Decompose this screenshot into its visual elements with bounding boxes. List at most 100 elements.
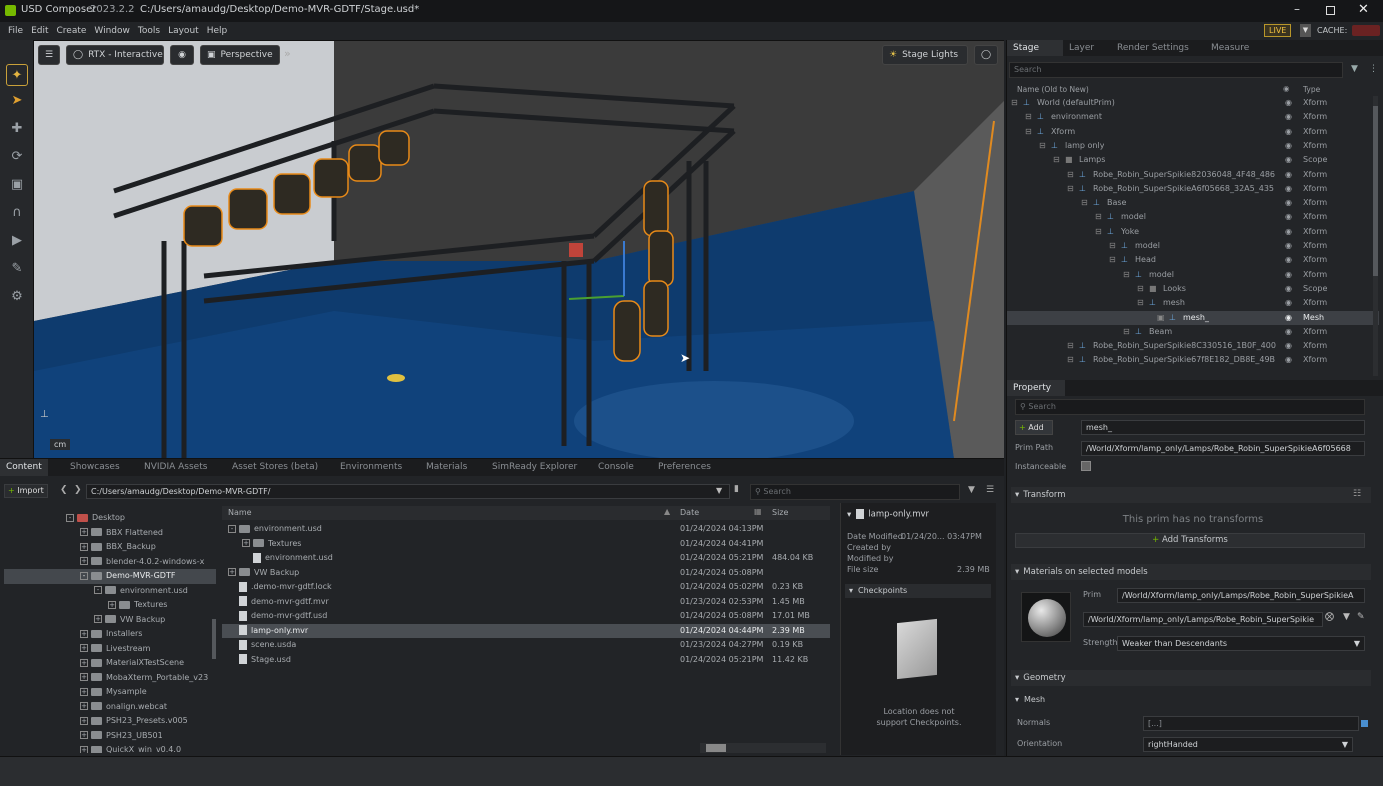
stage-tree-row[interactable]: ⊟ ■ Lamps ◉ Scope bbox=[1007, 153, 1379, 167]
file-row[interactable]: environment.usd 01/24/2024 05:21PM 484.04 … bbox=[222, 551, 830, 566]
content-filter-icon[interactable]: ▼ bbox=[968, 485, 975, 495]
sort-icon[interactable]: ▲ bbox=[664, 507, 670, 516]
expander-icon[interactable]: + bbox=[228, 568, 236, 576]
stage-tree-row[interactable]: ⊟ ⊥ lamp only ◉ Xform bbox=[1007, 139, 1379, 153]
visibility-toggle-icon[interactable]: ◉ bbox=[1285, 253, 1292, 267]
transform-section-header[interactable]: ▾ Transform bbox=[1011, 487, 1371, 503]
tab-content-0[interactable]: Content bbox=[0, 459, 48, 476]
visibility-toggle-icon[interactable]: ◉ bbox=[1285, 268, 1292, 282]
col-name[interactable]: Name bbox=[228, 508, 252, 517]
menu-tools[interactable]: Tools bbox=[138, 22, 160, 40]
content-path-field[interactable]: C:/Users/amaudg/Desktop/Demo-MVR-GDTF/ bbox=[86, 484, 730, 499]
visibility-toggle-icon[interactable]: ◉ bbox=[1285, 168, 1292, 182]
geometry-section-header[interactable]: ▾ Geometry bbox=[1011, 670, 1371, 686]
menu-layout[interactable]: Layout bbox=[168, 22, 199, 40]
stage-lights-button[interactable]: ☀ Stage Lights bbox=[882, 45, 968, 65]
file-row[interactable]: Stage.usd 01/24/2024 05:21PM 11.42 KB bbox=[222, 653, 830, 668]
file-row[interactable]: .demo-mvr-gdtf.lock 01/24/2024 05:02PM 0.2… bbox=[222, 580, 830, 595]
stage-tree-row[interactable]: ⊟ ⊥ model ◉ Xform bbox=[1007, 210, 1379, 224]
expander-icon[interactable]: ⊟ bbox=[1067, 339, 1074, 353]
path-dropdown-icon[interactable]: ▼ bbox=[716, 486, 722, 495]
stage-tree-row[interactable]: ⊟ ■ Looks ◉ Scope bbox=[1007, 282, 1379, 296]
property-search-input[interactable]: ⚲ Search bbox=[1015, 399, 1365, 415]
stage-tree-row[interactable]: ⊟ ⊥ Head ◉ Xform bbox=[1007, 253, 1379, 267]
file-list-hscroll[interactable] bbox=[700, 743, 826, 753]
tab-render-settings[interactable]: Render Settings bbox=[1111, 40, 1195, 56]
browse-material-icon[interactable]: ▼ bbox=[1343, 612, 1350, 622]
file-row[interactable]: + VW Backup 01/24/2024 05:08PM bbox=[222, 566, 830, 581]
minimize-icon[interactable]: – bbox=[1294, 2, 1300, 16]
expander-icon[interactable]: ⊟ bbox=[1067, 168, 1074, 182]
file-list-hscroll-thumb[interactable] bbox=[706, 744, 726, 752]
transform-options-icon[interactable]: ☷ bbox=[1353, 489, 1361, 499]
physics-icon[interactable]: ⚙ bbox=[6, 286, 28, 308]
visibility-toggle-icon[interactable]: ◉ bbox=[1285, 96, 1292, 110]
menu-window[interactable]: Window bbox=[94, 22, 130, 40]
forward-arrow-icon[interactable]: ❯ bbox=[74, 485, 82, 495]
tab-content-4[interactable]: Environments bbox=[334, 459, 408, 476]
expander-icon[interactable]: ⊟ bbox=[1053, 153, 1060, 167]
toolbar-expand-icon[interactable]: » bbox=[284, 47, 291, 60]
material-prim-field[interactable]: /World/Xform/lamp_only/Lamps/Robe_Robin_… bbox=[1117, 588, 1365, 603]
file-row[interactable]: demo-mvr-gdtf.mvr 01/23/2024 02:53PM 1.45 … bbox=[222, 595, 830, 610]
scale-icon[interactable]: ▣ bbox=[6, 174, 28, 196]
add-button[interactable]: + Add bbox=[1015, 420, 1053, 435]
expander-icon[interactable]: ⊟ bbox=[1137, 282, 1144, 296]
move-icon[interactable]: ✚ bbox=[6, 118, 28, 140]
stage-tree-row[interactable]: ⊟ ⊥ World (defaultPrim) ◉ Xform bbox=[1007, 96, 1379, 110]
visibility-toggle-icon[interactable]: ◉ bbox=[1285, 110, 1292, 124]
visibility-toggle-icon[interactable]: ◉ bbox=[1285, 225, 1292, 239]
snap-magnet-icon[interactable]: ∩ bbox=[6, 202, 28, 224]
expander-icon[interactable]: ⊟ bbox=[1109, 239, 1116, 253]
col-name-header[interactable]: Name (Old to New) bbox=[1017, 85, 1089, 94]
file-row[interactable]: scene.usda 01/23/2024 04:27PM 0.19 KB bbox=[222, 638, 830, 653]
col-type-header[interactable]: Type bbox=[1303, 85, 1320, 94]
stage-tree-row[interactable]: ▣ ⊥ mesh_ ◉ Mesh bbox=[1007, 310, 1379, 325]
expander-icon[interactable]: ⊟ bbox=[1123, 325, 1130, 339]
stage-tree-row[interactable]: ⊟ ⊥ Robe_Robin_SuperSpikieA6f05668_32A5_43… bbox=[1007, 182, 1379, 196]
renderer-button[interactable]: ◯ RTX - Interactive bbox=[66, 45, 164, 65]
maximize-icon[interactable] bbox=[1326, 6, 1335, 15]
prim-name-field[interactable]: mesh_ bbox=[1081, 420, 1365, 435]
live-button[interactable]: LIVE bbox=[1264, 24, 1292, 37]
mesh-subsection-header[interactable]: ▾ Mesh bbox=[1015, 695, 1045, 704]
material-path-field[interactable]: /World/Xform/lamp_only/Lamps/Robe_Robin_… bbox=[1083, 612, 1323, 627]
add-transforms-button[interactable]: + Add Transforms bbox=[1015, 533, 1365, 548]
expander-icon[interactable]: + bbox=[80, 745, 88, 753]
expander-icon[interactable]: ⊟ bbox=[1109, 253, 1116, 267]
visibility-toggle-icon[interactable]: ◉ bbox=[1285, 296, 1292, 310]
expander-icon[interactable]: ⊟ bbox=[1011, 96, 1018, 110]
materials-section-header[interactable]: ▾ Materials on selected models bbox=[1011, 564, 1371, 580]
paint-brush-icon[interactable]: ✎ bbox=[6, 258, 28, 280]
tab-content-2[interactable]: NVIDIA Assets bbox=[138, 459, 213, 476]
stage-tree-row[interactable]: ⊟ ⊥ Robe_Robin_SuperSpikie67f8E182_DB8E_49… bbox=[1007, 353, 1379, 367]
bookmark-icon[interactable]: ▮ bbox=[734, 484, 739, 494]
close-icon[interactable]: ✕ bbox=[1358, 2, 1369, 17]
tab-content-7[interactable]: Console bbox=[592, 459, 640, 476]
tab-content-1[interactable]: Showcases bbox=[64, 459, 126, 476]
stage-tree-row[interactable]: ⊟ ⊥ Robe_Robin_SuperSpikie8C330516_1B0F_40… bbox=[1007, 339, 1379, 353]
tab-content-6[interactable]: SimReady Explorer bbox=[486, 459, 583, 476]
expander-icon[interactable]: ⊟ bbox=[1123, 268, 1130, 282]
visibility-toggle-icon[interactable]: ◉ bbox=[1285, 153, 1292, 167]
checkpoints-header[interactable]: ▾ Checkpoints bbox=[845, 584, 991, 598]
back-arrow-icon[interactable]: ❮ bbox=[60, 485, 68, 495]
orientation-dropdown[interactable]: rightHanded ▼ bbox=[1143, 737, 1353, 752]
tab-property[interactable]: Property bbox=[1007, 380, 1065, 396]
live-dropdown-icon[interactable]: ▼ bbox=[1300, 24, 1311, 37]
select-mode-icon[interactable]: ✦ bbox=[6, 64, 28, 86]
expander-icon[interactable]: + bbox=[242, 539, 250, 547]
normals-field[interactable]: [...] bbox=[1143, 716, 1359, 731]
light-bulb-icon[interactable]: ◯ bbox=[974, 45, 998, 65]
visibility-toggle-icon[interactable]: ◉ bbox=[1285, 125, 1292, 139]
folder-tree-item[interactable]: + QuickX_win_v0.4.0 bbox=[4, 743, 216, 753]
visibility-toggle-icon[interactable]: ◉ bbox=[1285, 282, 1292, 296]
select-arrow-icon[interactable]: ➤ bbox=[6, 90, 28, 112]
prim-path-field[interactable]: /World/Xform/lamp_only/Lamps/Robe_Robin_… bbox=[1081, 441, 1365, 456]
file-row[interactable]: demo-mvr-gdtf.usd 01/24/2024 05:08PM 17.01… bbox=[222, 609, 830, 624]
visibility-toggle-icon[interactable]: ◉ bbox=[1285, 325, 1292, 339]
visibility-toggle-icon[interactable]: ◉ bbox=[1285, 139, 1292, 153]
visibility-toggle-icon[interactable]: ◉ bbox=[1285, 182, 1292, 196]
expander-icon[interactable]: ⊟ bbox=[1039, 139, 1046, 153]
expander-icon[interactable]: ⊟ bbox=[1067, 182, 1074, 196]
